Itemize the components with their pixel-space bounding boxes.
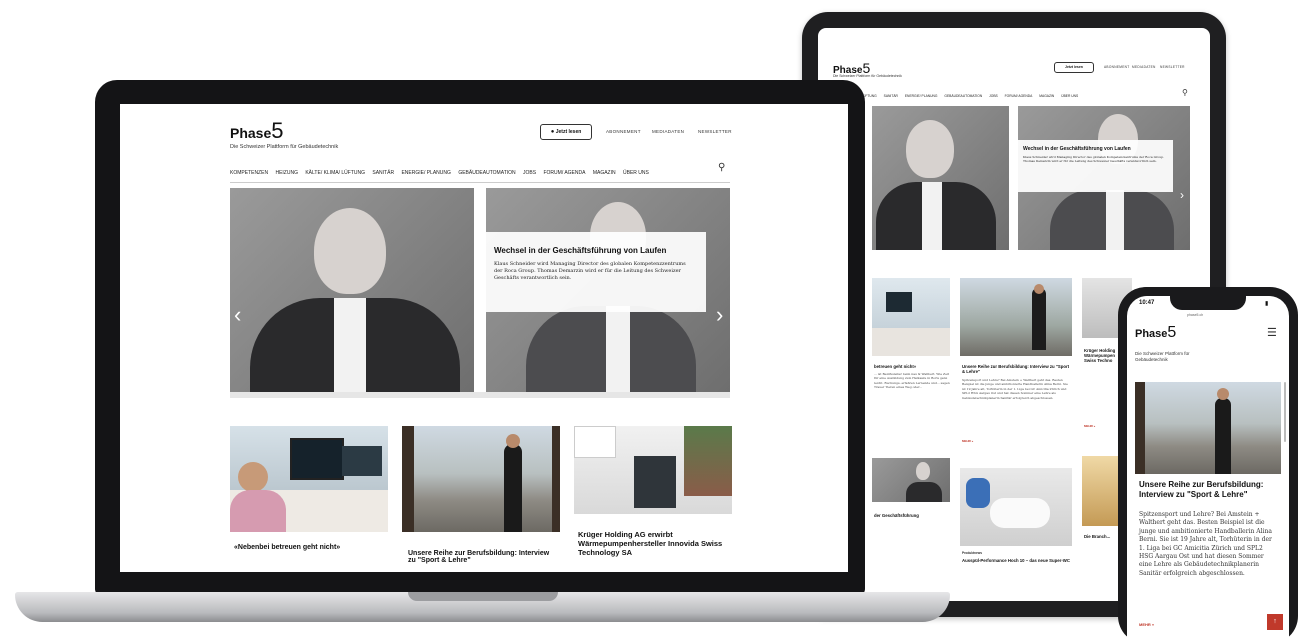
- tablet-hero-overlay[interactable]: Wechsel in der Geschäftsführung von Lauf…: [1018, 140, 1173, 192]
- user-icon: ●: [550, 129, 555, 135]
- tablet-card-image-2[interactable]: [960, 278, 1072, 356]
- tablet-nav-item[interactable]: ÜBER UNS: [1061, 94, 1078, 98]
- tablet-link-abonnement[interactable]: ABONNEMENT: [1104, 65, 1130, 69]
- phone-screen: 10:47 ▮ phase5.ch Phase5 ☰ Die Schweizer…: [1127, 296, 1289, 644]
- card-image-2[interactable]: [402, 426, 560, 532]
- phone-card-image[interactable]: [1135, 382, 1281, 474]
- tablet-bottom-image-2[interactable]: [960, 468, 1072, 546]
- laptop-link-mediadaten[interactable]: MEDIADATEN: [652, 129, 684, 134]
- nav-item-jobs[interactable]: JOBS: [523, 170, 536, 176]
- phone-card-text: Spitzensport und Lehre? Bei Amstein + Wa…: [1139, 511, 1272, 577]
- tablet-nav-item[interactable]: JOBS: [989, 94, 998, 98]
- tablet-search-icon[interactable]: ⚲: [1182, 88, 1188, 97]
- nav-item-sanitaer[interactable]: SANITÄR: [372, 170, 394, 176]
- tablet-next-arrow-icon[interactable]: ›: [1180, 188, 1184, 202]
- laptop-link-newsletter[interactable]: NEWSLETTER: [698, 129, 732, 134]
- tablet-card-title-1[interactable]: betreuen geht nicht»: [874, 364, 954, 369]
- tablet-bottom-image-1[interactable]: [872, 458, 950, 502]
- card-image-3[interactable]: [574, 426, 732, 514]
- phone-logo[interactable]: Phase5: [1135, 324, 1176, 342]
- phone-card-more[interactable]: MEHR »: [1139, 622, 1154, 627]
- laptop-nav: KOMPETENZEN HEIZUNG KÄLTE/ KLIMA/ LÜFTUN…: [230, 170, 700, 176]
- laptop-link-abonnement[interactable]: ABONNEMENT: [606, 129, 641, 134]
- nav-item-forum[interactable]: FORUM/ AGENDA: [543, 170, 585, 176]
- tablet-nav-item[interactable]: ENERGIE/ PLANUNG: [905, 94, 938, 98]
- phone-time: 10:47: [1139, 300, 1155, 306]
- scroll-top-arrow-icon[interactable]: ↑: [1267, 614, 1283, 630]
- hero-text: Klaus Schneider wird Managing Director d…: [494, 261, 686, 282]
- tablet-card-excerpt-1: ... ist Bezirksleiter beim nau & Wallber…: [874, 372, 950, 390]
- hero-progress-track: [230, 392, 730, 398]
- card-image-1[interactable]: [230, 426, 388, 532]
- phone-url[interactable]: phase5.ch: [1187, 313, 1203, 317]
- card-title-1[interactable]: «Nebenbei betreuen geht nicht»: [234, 544, 394, 551]
- phone-scrollbar[interactable]: [1284, 382, 1286, 442]
- hero-next-arrow-icon[interactable]: ›: [716, 304, 723, 326]
- phone-card-title[interactable]: Unsere Reihe zur Berufsbildung: Intervie…: [1139, 480, 1279, 499]
- nav-divider: [230, 182, 730, 183]
- laptop-subscribe-label: Jetzt lesen: [555, 129, 582, 135]
- tablet-card-more-2[interactable]: MEHR »: [962, 439, 973, 443]
- nav-item-energie[interactable]: ENERGIE/ PLANUNG: [401, 170, 450, 176]
- tablet-hero-title: Wechsel in der Geschäftsführung von Lauf…: [1023, 146, 1131, 152]
- tablet-hero-text: Klaus Schneider wird Managing Director d…: [1023, 155, 1165, 164]
- laptop-screen: Phase5 Die Schweizer Plattform für Gebäu…: [120, 104, 848, 572]
- tablet-nav-item[interactable]: GEBÄUDEAUTOMATION: [944, 94, 982, 98]
- laptop-logo[interactable]: Phase5: [230, 118, 284, 144]
- nav-item-kompetenzen[interactable]: KOMPETENZEN: [230, 170, 268, 176]
- hero-prev-arrow-icon[interactable]: ‹: [234, 304, 241, 326]
- laptop-search-icon[interactable]: ⚲: [718, 162, 725, 173]
- tablet-card-image-1[interactable]: [872, 278, 950, 356]
- card-title-3[interactable]: Krüger Holding AG erwirbt Wärmepumpenher…: [578, 530, 728, 557]
- phone-tagline: Die Schweizer Plattform für Gebäudetechn…: [1135, 351, 1190, 362]
- tablet-tagline: Die Schweizer Plattform für Gebäudetechn…: [833, 74, 902, 78]
- hero-title: Wechsel in der Geschäftsführung von Lauf…: [494, 246, 667, 255]
- nav-item-kaelte[interactable]: KÄLTE/ KLIMA/ LÜFTUNG: [305, 170, 365, 176]
- card-title-2[interactable]: Unsere Reihe zur Berufsbildung: Intervie…: [408, 550, 558, 564]
- nav-item-heizung[interactable]: HEIZUNG: [275, 170, 298, 176]
- nav-item-magazin[interactable]: MAGAZIN: [593, 170, 616, 176]
- tablet-link-newsletter[interactable]: NEWSLETTER: [1160, 65, 1185, 69]
- tablet-subscribe-button[interactable]: Jetzt lesen: [1054, 62, 1094, 73]
- tablet-nav-item[interactable]: FORUM/ AGENDA: [1005, 94, 1033, 98]
- tablet-bottom-title-2[interactable]: Ausspül-Performance Hoch 10 – das neue S…: [962, 558, 1072, 563]
- nav-item-gebaeudeautomation[interactable]: GEBÄUDEAUTOMATION: [458, 170, 515, 176]
- phone-notch: [1170, 296, 1246, 310]
- laptop-subscribe-button[interactable]: ● Jetzt lesen: [540, 124, 592, 140]
- tablet-hero-photo-left: [872, 106, 1009, 250]
- tablet-card-excerpt-2: Spitzensport und Lehre? Bei Amstein + Wa…: [962, 378, 1068, 400]
- hero-overlay[interactable]: Wechsel in der Geschäftsführung von Lauf…: [480, 232, 706, 312]
- laptop-notch: [408, 592, 558, 601]
- tablet-nav-item[interactable]: SANITÄR: [884, 94, 898, 98]
- laptop-tagline: Die Schweizer Plattform für Gebäudetechn…: [230, 144, 339, 150]
- tablet-card-more-3[interactable]: MEHR »: [1084, 424, 1095, 428]
- battery-icon: ▮: [1265, 301, 1269, 307]
- tablet-nav: EIZUNG KÄLTE/ KLIMA/ LÜFTUNG SANITÄR ENE…: [818, 94, 1198, 98]
- tablet-bottom-label-2: Produktnews: [962, 551, 983, 555]
- menu-icon[interactable]: ☰: [1267, 326, 1277, 339]
- nav-item-ueber-uns[interactable]: ÜBER UNS: [623, 170, 649, 176]
- tablet-bottom-title-1[interactable]: der Geschäftsführung: [874, 513, 954, 518]
- tablet-card-title-2[interactable]: Unsere Reihe zur Berufsbildung: Intervie…: [962, 364, 1072, 374]
- tablet-link-mediadaten[interactable]: MEDIADATEN: [1132, 65, 1156, 69]
- hero-photo-left: [230, 188, 474, 392]
- tablet-nav-item[interactable]: MAGAZIN: [1039, 94, 1054, 98]
